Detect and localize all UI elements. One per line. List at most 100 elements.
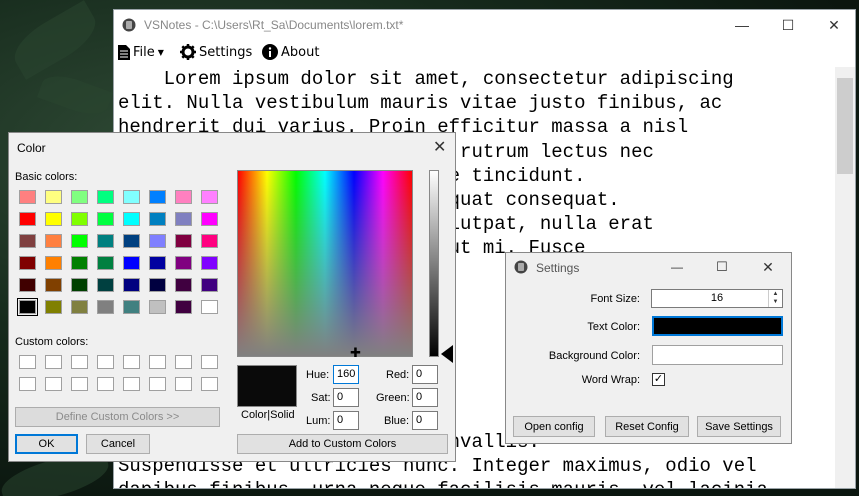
- basic-color-swatch[interactable]: [71, 190, 88, 204]
- basic-color-swatch[interactable]: [201, 212, 218, 226]
- custom-color-slot[interactable]: [97, 377, 114, 391]
- basic-color-swatch[interactable]: [71, 234, 88, 248]
- basic-color-swatch[interactable]: [19, 190, 36, 204]
- basic-color-swatch[interactable]: [71, 300, 88, 314]
- basic-color-swatch[interactable]: [175, 234, 192, 248]
- reset-config-button[interactable]: Reset Config: [605, 416, 689, 437]
- custom-color-slot[interactable]: [201, 355, 218, 369]
- font-size-spinner[interactable]: ▲ ▼: [768, 290, 782, 307]
- basic-color-swatch[interactable]: [201, 278, 218, 292]
- basic-color-swatch[interactable]: [175, 212, 192, 226]
- red-field[interactable]: 0: [412, 365, 438, 384]
- basic-color-swatch[interactable]: [45, 212, 62, 226]
- basic-color-swatch[interactable]: [123, 234, 140, 248]
- define-custom-colors-button[interactable]: Define Custom Colors >>: [15, 407, 220, 427]
- basic-color-swatch[interactable]: [97, 212, 114, 226]
- lum-field[interactable]: 0: [333, 411, 359, 430]
- basic-color-swatch[interactable]: [175, 190, 192, 204]
- scrollbar-thumb[interactable]: [837, 78, 853, 174]
- basic-color-swatch[interactable]: [71, 212, 88, 226]
- basic-color-swatch[interactable]: [19, 212, 36, 226]
- basic-color-swatch[interactable]: [123, 278, 140, 292]
- color-spectrum[interactable]: [237, 170, 413, 357]
- blue-field[interactable]: 0: [412, 411, 438, 430]
- basic-color-swatch[interactable]: [149, 278, 166, 292]
- custom-color-slot[interactable]: [201, 377, 218, 391]
- luminance-arrow-icon[interactable]: [441, 345, 453, 363]
- font-size-input[interactable]: 16: [651, 289, 783, 308]
- cancel-button[interactable]: Cancel: [86, 434, 150, 454]
- close-button[interactable]: ✕: [745, 253, 791, 281]
- ok-button[interactable]: OK: [15, 434, 78, 454]
- basic-color-swatch[interactable]: [71, 256, 88, 270]
- custom-color-slot[interactable]: [175, 377, 192, 391]
- vertical-scrollbar[interactable]: [835, 67, 855, 488]
- close-button[interactable]: ✕: [811, 10, 855, 40]
- basic-color-swatch[interactable]: [201, 190, 218, 204]
- menu-settings[interactable]: Settings: [180, 43, 252, 61]
- custom-color-slot[interactable]: [71, 377, 88, 391]
- green-field[interactable]: 0: [412, 388, 438, 407]
- basic-color-swatch[interactable]: [149, 212, 166, 226]
- open-config-button[interactable]: Open config: [513, 416, 595, 437]
- basic-color-swatch[interactable]: [97, 300, 114, 314]
- basic-color-swatch[interactable]: [123, 212, 140, 226]
- basic-color-swatch[interactable]: [19, 234, 36, 248]
- basic-color-swatch[interactable]: [97, 190, 114, 204]
- basic-color-swatch[interactable]: [19, 256, 36, 270]
- basic-color-swatch[interactable]: [149, 300, 166, 314]
- custom-color-slot[interactable]: [45, 377, 62, 391]
- basic-color-swatch[interactable]: [149, 256, 166, 270]
- basic-color-swatch[interactable]: [123, 256, 140, 270]
- word-wrap-checkbox[interactable]: ✓: [652, 373, 665, 386]
- basic-color-swatch[interactable]: [123, 190, 140, 204]
- custom-color-slot[interactable]: [19, 355, 36, 369]
- hue-field[interactable]: 160: [333, 365, 359, 384]
- text-color-swatch[interactable]: [652, 316, 783, 336]
- basic-color-swatch[interactable]: [19, 278, 36, 292]
- basic-color-swatch[interactable]: [45, 278, 62, 292]
- custom-color-slot[interactable]: [149, 377, 166, 391]
- basic-color-swatch[interactable]: [45, 234, 62, 248]
- basic-color-swatch[interactable]: [97, 278, 114, 292]
- maximize-button[interactable]: ☐: [765, 10, 811, 40]
- custom-color-slot[interactable]: [149, 355, 166, 369]
- save-settings-button[interactable]: Save Settings: [697, 416, 781, 437]
- menu-file[interactable]: File ▼: [118, 43, 164, 61]
- custom-color-slot[interactable]: [19, 377, 36, 391]
- basic-color-swatch[interactable]: [97, 234, 114, 248]
- basic-color-swatch[interactable]: [175, 300, 192, 314]
- basic-color-swatch[interactable]: [97, 256, 114, 270]
- basic-color-swatch[interactable]: [45, 190, 62, 204]
- add-to-custom-colors-button[interactable]: Add to Custom Colors: [237, 434, 448, 454]
- spin-up-icon[interactable]: ▲: [769, 290, 782, 298]
- basic-color-swatch[interactable]: [149, 234, 166, 248]
- basic-color-swatch[interactable]: [201, 234, 218, 248]
- spin-down-icon[interactable]: ▼: [769, 298, 782, 306]
- custom-color-slot[interactable]: [175, 355, 192, 369]
- basic-color-swatch[interactable]: [175, 256, 192, 270]
- custom-color-slot[interactable]: [123, 355, 140, 369]
- basic-color-swatch[interactable]: [201, 256, 218, 270]
- basic-color-swatch[interactable]: [201, 300, 218, 314]
- minimize-button[interactable]: —: [719, 10, 765, 40]
- close-icon[interactable]: ✕: [433, 137, 446, 157]
- basic-color-swatch[interactable]: [17, 298, 38, 316]
- luminance-bar[interactable]: [429, 170, 439, 357]
- custom-color-slot[interactable]: [123, 377, 140, 391]
- custom-color-slot[interactable]: [45, 355, 62, 369]
- basic-color-swatch[interactable]: [175, 278, 192, 292]
- basic-color-swatch[interactable]: [149, 190, 166, 204]
- title-bar[interactable]: VSNotes - C:\Users\Rt_Sa\Documents\lorem…: [114, 10, 855, 40]
- custom-color-slot[interactable]: [97, 355, 114, 369]
- menu-about[interactable]: About: [262, 43, 319, 61]
- sat-field[interactable]: 0: [333, 388, 359, 407]
- basic-color-swatch[interactable]: [123, 300, 140, 314]
- custom-color-slot[interactable]: [71, 355, 88, 369]
- basic-color-swatch[interactable]: [45, 300, 62, 314]
- minimize-button[interactable]: —: [654, 253, 700, 281]
- maximize-button[interactable]: ☐: [699, 253, 745, 281]
- background-color-swatch[interactable]: [652, 345, 783, 365]
- basic-color-swatch[interactable]: [45, 256, 62, 270]
- basic-color-swatch[interactable]: [71, 278, 88, 292]
